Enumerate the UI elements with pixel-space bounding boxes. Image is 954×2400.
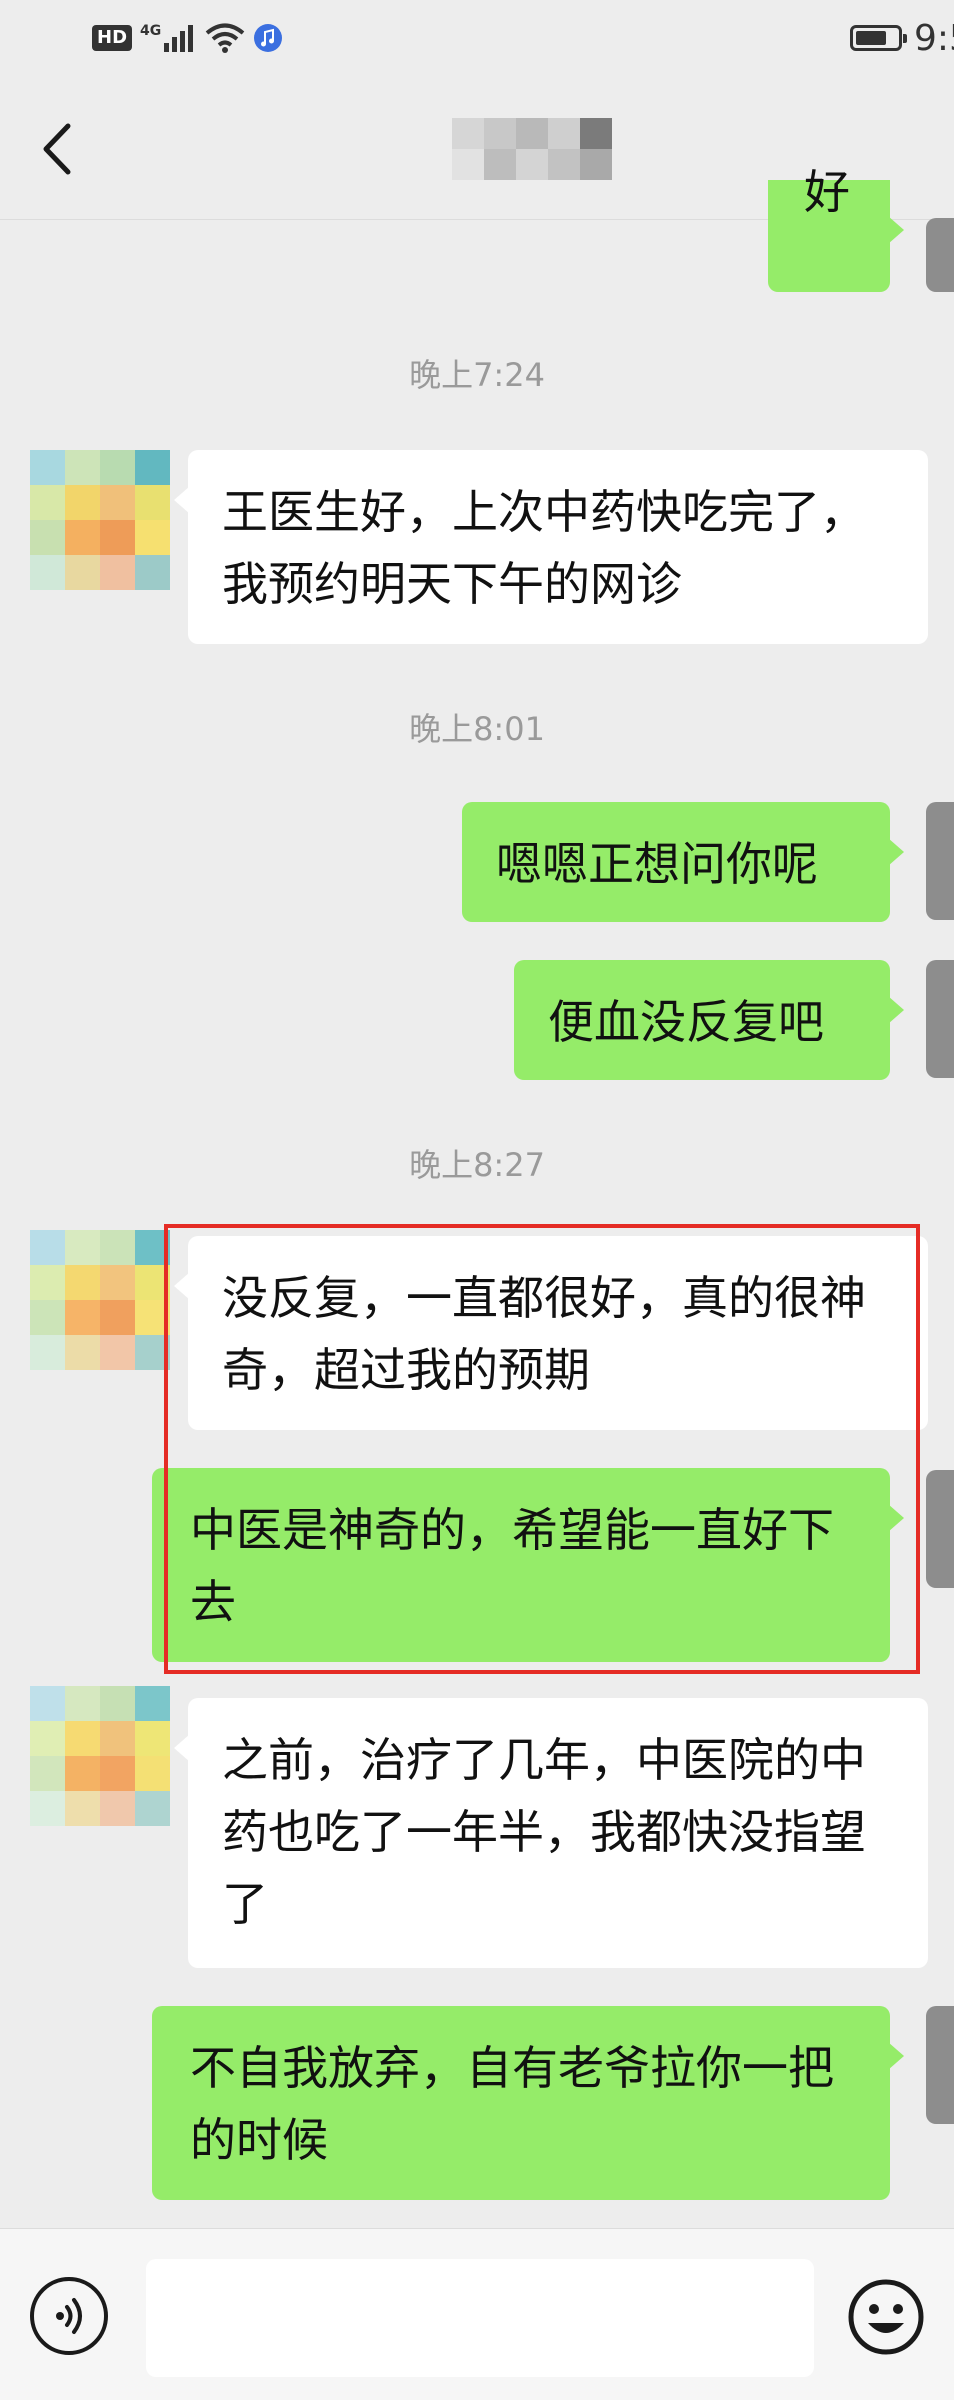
message-text: 好 [804,165,850,219]
contact-avatar[interactable] [30,450,170,590]
my-avatar[interactable] [926,1470,954,1588]
contact-avatar[interactable] [30,1230,170,1370]
timestamp: 晚上7:24 [409,356,545,394]
status-icons-left: HD 4G [92,18,283,58]
emoji-icon [848,2279,924,2355]
message-input[interactable] [146,2259,814,2377]
chevron-left-icon [43,123,71,175]
timestamp: 晚上8:01 [409,710,545,748]
my-avatar[interactable] [926,2006,954,2124]
emoji-button[interactable] [846,2277,926,2357]
message-bubble-outgoing[interactable]: 嗯嗯正想问你呢 [462,802,904,922]
message-text: 之前，治疗了几年，中医院的中药也吃了一年半，我都快没指望了 [222,1733,866,1931]
contact-name-blurred[interactable] [452,118,612,180]
network-type-label: 4G [140,23,162,39]
signal-icon [164,25,194,52]
voice-input-button[interactable] [30,2277,108,2355]
my-avatar[interactable] [926,802,954,920]
message-bubble-incoming[interactable]: 之前，治疗了几年，中医院的中药也吃了一年半，我都快没指望了 [174,1698,928,1968]
message-text: 王医生好，上次中药快吃完了，我预约明天下午的网诊 [222,485,866,611]
message-text: 便血没反复吧 [548,995,824,1049]
contact-avatar[interactable] [30,1686,170,1826]
back-button[interactable] [30,114,90,184]
timestamp: 晚上8:27 [409,1146,545,1184]
message-text: 不自我放弃，自有老爷拉你一把的时候 [190,2041,834,2167]
message-text: 嗯嗯正想问你呢 [496,837,818,891]
message-bubble-outgoing[interactable]: 不自我放弃，自有老爷拉你一把的时候 [152,2006,904,2200]
message-bubble-outgoing[interactable]: 便血没反复吧 [514,960,904,1080]
voice-icon [56,2298,82,2334]
input-bar [0,2228,954,2400]
status-icons-right: 9:5 [850,17,954,59]
message-bubble-incoming[interactable]: 王医生好，上次中药快吃完了，我预约明天下午的网诊 [174,450,928,644]
battery-icon [850,25,907,51]
music-app-icon [254,24,283,52]
my-avatar[interactable] [926,960,954,1078]
hd-badge: HD [92,25,133,51]
message-bubble-outgoing[interactable]: 好 [768,165,904,292]
my-avatar[interactable] [926,218,954,292]
wifi-icon [205,23,245,53]
pixelated-name [452,118,612,180]
highlight-annotation [164,1224,920,1674]
status-bar: HD 4G 9:5 [0,0,954,80]
clock: 9:5 [914,17,954,59]
